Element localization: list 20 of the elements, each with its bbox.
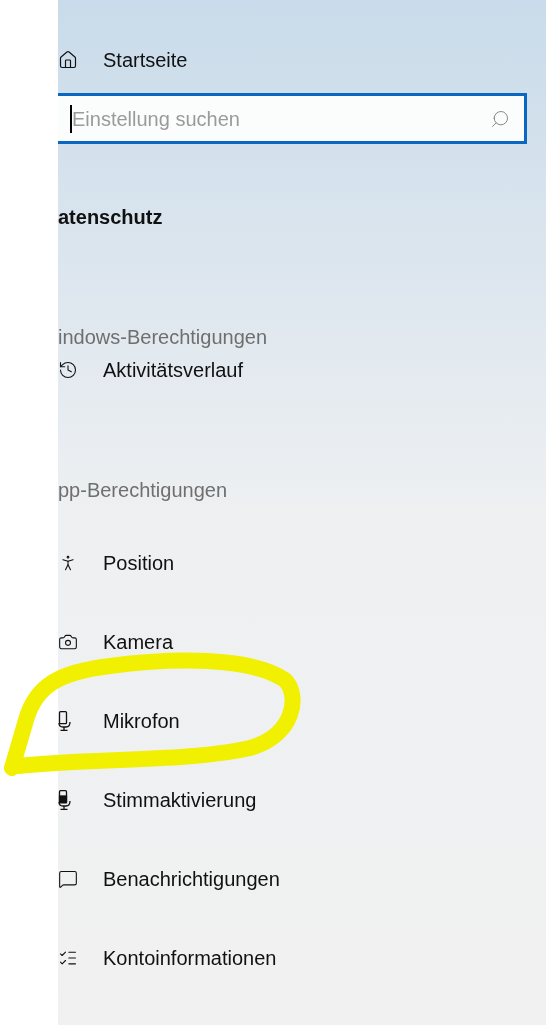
history-icon: [58, 360, 78, 380]
menu-item[interactable]: Aktivitätsverlauf: [103, 355, 244, 385]
menu-item[interactable]: Kamera: [103, 626, 174, 657]
group-heading: pp-Berechtigungen: [58, 478, 228, 503]
section-title: atenschutz: [58, 205, 164, 230]
home-link[interactable]: Startseite: [103, 45, 188, 75]
menu-item[interactable]: Mikrofon: [103, 705, 180, 736]
menu-item[interactable]: Stimmaktivierung: [103, 784, 257, 815]
group-heading: indows-Berechtigungen: [58, 325, 269, 350]
speech-bubble-icon: [58, 868, 78, 889]
microphone-icon: [58, 710, 71, 731]
search-icon[interactable]: [490, 108, 510, 129]
menu-item[interactable]: Benachrichtigungen: [103, 863, 280, 894]
search-input[interactable]: Einstellung suchen: [72, 103, 490, 134]
menu-item[interactable]: Position: [103, 547, 175, 578]
search-field[interactable]: Einstellung suchen: [58, 93, 527, 144]
text-caret: [70, 104, 72, 133]
menu-item[interactable]: Kontoinformationen: [103, 942, 277, 973]
microphone-icon: [58, 789, 71, 810]
home-icon: [58, 50, 78, 70]
